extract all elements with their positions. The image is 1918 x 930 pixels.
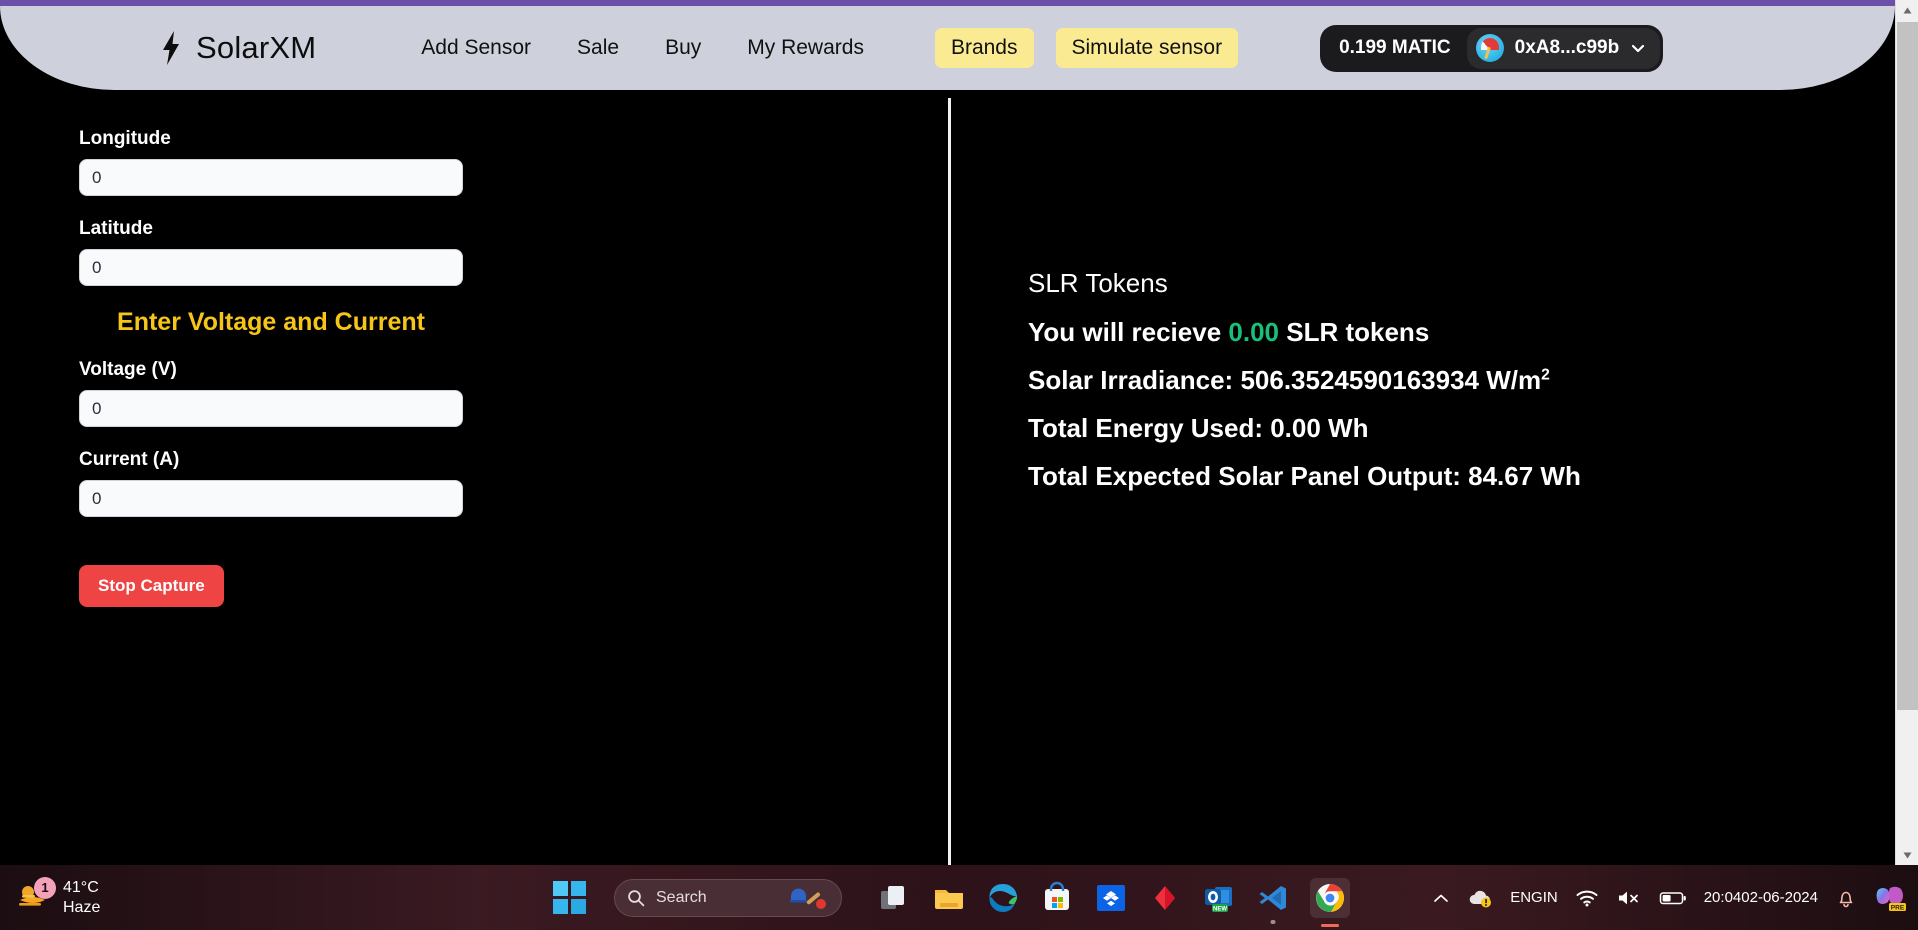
brand-name: SolarXM — [196, 30, 317, 65]
language-indicator[interactable]: ENG IN — [1510, 889, 1558, 906]
copilot-preview-icon[interactable]: PRE — [1874, 883, 1908, 913]
latitude-label: Latitude — [79, 218, 153, 239]
nav-link-add-sensor[interactable]: Add Sensor — [398, 30, 554, 66]
browser-window: SolarXM Add Sensor Sale Buy My Rewards B… — [0, 0, 1918, 930]
site-navbar: SolarXM Add Sensor Sale Buy My Rewards B… — [0, 6, 1895, 90]
system-tray: ENG IN 20:04 02-06-2024 PRE — [1432, 865, 1908, 930]
page-scrollbar[interactable] — [1895, 0, 1918, 865]
microsoft-edge-icon[interactable] — [986, 881, 1020, 915]
irradiance-label: Solar Irradiance: — [1028, 365, 1234, 395]
task-view-icon[interactable] — [878, 881, 912, 915]
taskbar-center: Search NEW — [553, 865, 1350, 930]
wallet-account[interactable]: 0xA8...c99b — [1466, 27, 1661, 69]
wallet-address: 0xA8...c99b — [1514, 37, 1620, 58]
receive-prefix: You will recieve — [1028, 317, 1222, 347]
slr-tokens-heading: SLR Tokens — [1028, 268, 1168, 298]
onedrive-warning-icon[interactable] — [1467, 888, 1493, 908]
irradiance-value: 506.3524590163934 W/m — [1240, 365, 1542, 395]
current-label: Current (A) — [79, 449, 180, 470]
scrollbar-thumb[interactable] — [1897, 22, 1918, 710]
brand-logo[interactable]: SolarXM — [160, 30, 316, 66]
voltage-label: Voltage (V) — [79, 359, 177, 380]
taskbar-app-icons: NEW — [878, 877, 1350, 918]
volume-muted-icon[interactable] — [1616, 889, 1642, 907]
windows-start-icon[interactable] — [553, 881, 586, 914]
lightning-bolt-icon — [160, 31, 182, 65]
wallet-balance: 0.199 MATIC — [1339, 37, 1451, 58]
language-code: ENG — [1510, 888, 1543, 906]
adobe-icon[interactable] — [1148, 881, 1182, 915]
slr-readout-panel: SLR Tokens You will recieve 0.00 SLR tok… — [1028, 268, 1581, 509]
weather-text: 41°C Haze — [63, 878, 100, 918]
nav-link-my-rewards[interactable]: My Rewards — [724, 30, 887, 66]
panel-divider — [948, 98, 951, 873]
nav-links: Add Sensor Sale Buy My Rewards Brands Si… — [398, 28, 1239, 68]
nav-link-sale[interactable]: Sale — [554, 30, 642, 66]
solar-irradiance-line: Solar Irradiance: 506.3524590163934 W/m2 — [1028, 365, 1581, 396]
chevron-down-icon — [1630, 40, 1646, 56]
weather-badge-count: 1 — [34, 876, 56, 899]
sensor-form: Longitude Latitude Enter Voltage and Cur… — [79, 128, 479, 607]
outlook-new-icon[interactable]: NEW — [1202, 881, 1236, 915]
search-icon — [627, 889, 645, 907]
total-energy-used-line: Total Energy Used: 0.00 Wh — [1028, 413, 1369, 443]
svg-text:PRE: PRE — [1891, 904, 1905, 911]
vs-code-icon[interactable] — [1256, 881, 1290, 915]
nav-link-buy[interactable]: Buy — [642, 30, 724, 66]
wallet-button[interactable]: 0.199 MATIC 0xA8...c99b — [1320, 24, 1664, 72]
total-expected-output-line: Total Expected Solar Panel Output: 84.67… — [1028, 461, 1581, 491]
taskbar-time: 20:04 — [1703, 888, 1742, 906]
longitude-input[interactable] — [79, 159, 463, 196]
current-input[interactable] — [79, 480, 463, 517]
receive-tokens-line: You will recieve 0.00 SLR tokens — [1028, 317, 1581, 348]
voltage-input[interactable] — [79, 390, 463, 427]
microsoft-store-icon[interactable] — [1040, 881, 1074, 915]
weather-condition: Haze — [63, 898, 101, 916]
receive-amount: 0.00 — [1228, 317, 1280, 347]
weather-temperature: 41°C — [63, 878, 99, 896]
windows-taskbar: 1 41°C Haze Search NEW ENG IN 20:04 02-0… — [0, 865, 1918, 930]
battery-icon[interactable] — [1659, 890, 1687, 906]
taskbar-search-box[interactable]: Search — [614, 878, 842, 917]
search-placeholder: Search — [656, 888, 707, 906]
weather-widget[interactable]: 1 41°C Haze — [14, 876, 100, 918]
scroll-up-arrow-icon[interactable] — [1896, 0, 1918, 20]
google-chrome-icon[interactable] — [1310, 877, 1350, 918]
latitude-input[interactable] — [79, 249, 463, 286]
taskbar-date: 02-06-2024 — [1741, 888, 1818, 906]
cricket-widget-icon[interactable] — [787, 884, 829, 912]
bell-icon[interactable] — [1835, 887, 1857, 909]
dropbox-icon[interactable] — [1094, 881, 1128, 915]
clock-widget[interactable]: 20:04 02-06-2024 — [1704, 888, 1818, 908]
weather-haze-icon: 1 — [14, 876, 56, 915]
irradiance-exponent: 2 — [1541, 366, 1550, 384]
stop-capture-button[interactable]: Stop Capture — [79, 565, 224, 607]
region-code: IN — [1542, 888, 1558, 906]
brands-button[interactable]: Brands — [934, 28, 1034, 68]
scroll-down-arrow-icon[interactable] — [1896, 845, 1918, 865]
simulate-sensor-button[interactable]: Simulate sensor — [1055, 28, 1239, 68]
wallet-avatar-icon — [1475, 34, 1504, 62]
wifi-icon[interactable] — [1575, 889, 1599, 907]
receive-suffix: SLR tokens — [1286, 317, 1430, 347]
voltage-current-section-title: Enter Voltage and Current — [117, 308, 425, 336]
longitude-label: Longitude — [79, 128, 171, 149]
file-explorer-icon[interactable] — [932, 881, 966, 915]
svg-text:NEW: NEW — [1213, 906, 1227, 912]
chevron-up-icon[interactable] — [1432, 892, 1450, 904]
